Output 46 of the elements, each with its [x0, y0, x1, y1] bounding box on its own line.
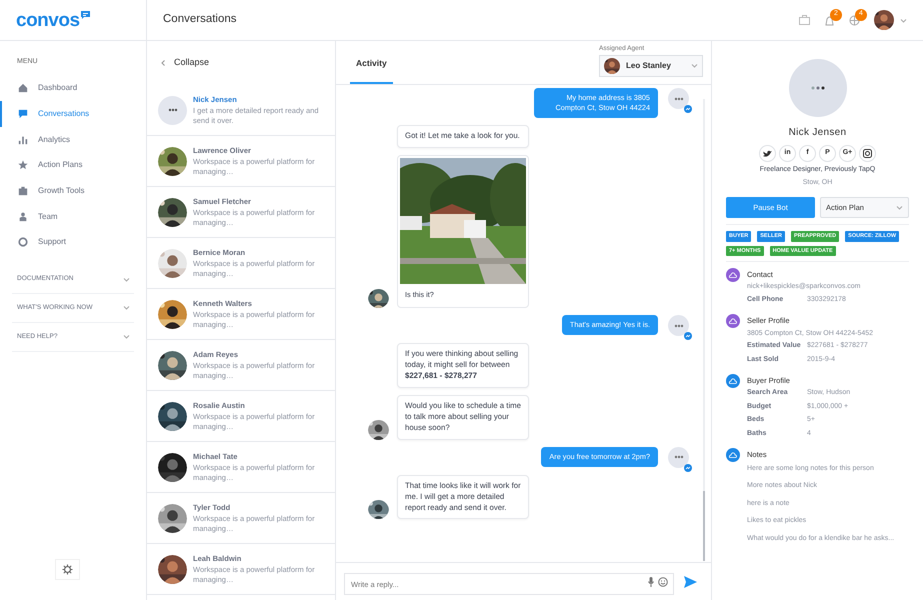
caret-icon: [123, 305, 130, 310]
dots-icon: [810, 86, 824, 90]
activity-tab[interactable]: Activity: [350, 56, 393, 84]
messenger-icon: [684, 464, 692, 472]
messenger-icon: [684, 105, 692, 113]
agent-select[interactable]: Leo Stanley: [599, 55, 703, 77]
scrollbar-thumb[interactable]: [703, 491, 705, 561]
settings-icon: [62, 564, 72, 575]
sidebar-item[interactable]: Team: [0, 204, 134, 230]
sidebar-item[interactable]: Support: [0, 230, 134, 256]
lifebuoy-icon: [18, 237, 28, 248]
camera-icon[interactable]: [863, 149, 872, 158]
logo[interactable]: convos: [16, 10, 90, 30]
bird-icon[interactable]: [763, 150, 772, 158]
sidebar-item[interactable]: Analytics: [0, 126, 134, 153]
contact-name: Nick Jensen: [788, 126, 848, 140]
sidebar-item[interactable]: Dashboard: [0, 76, 134, 102]
caret-icon: [123, 276, 130, 282]
send-icon[interactable]: [684, 576, 697, 588]
home-icon: [18, 83, 28, 94]
caret-icon: [900, 18, 907, 22]
dots-icon: [674, 455, 684, 460]
microphone-icon[interactable]: [648, 576, 654, 586]
chat-bubble-icon: [80, 10, 90, 18]
chat-icon: [18, 109, 28, 120]
dots-icon: [674, 96, 684, 100]
bell-icon[interactable]: [824, 14, 835, 26]
globe-icon[interactable]: [849, 14, 860, 26]
briefcase-icon: [18, 186, 28, 196]
sidebar-item[interactable]: Action Plans: [0, 152, 134, 178]
agent-name: Leo Stanley: [626, 60, 671, 72]
settings-button[interactable]: [54, 559, 80, 580]
dots-icon: [168, 108, 178, 112]
caret-icon: [123, 334, 130, 340]
caret-icon: [691, 63, 698, 68]
bar-chart-icon: [18, 134, 28, 145]
sidebar-item[interactable]: Conversations: [0, 101, 134, 127]
dots-icon: [674, 324, 684, 328]
page-title: Conversations: [163, 12, 237, 28]
caret-icon: [896, 205, 903, 210]
team-icon: [18, 212, 28, 222]
messenger-icon: [684, 332, 692, 340]
emoji-icon[interactable]: [658, 576, 668, 586]
star-icon: [18, 160, 28, 170]
chevron-left-icon: [161, 60, 165, 66]
sidebar-item[interactable]: Growth Tools: [0, 178, 134, 204]
